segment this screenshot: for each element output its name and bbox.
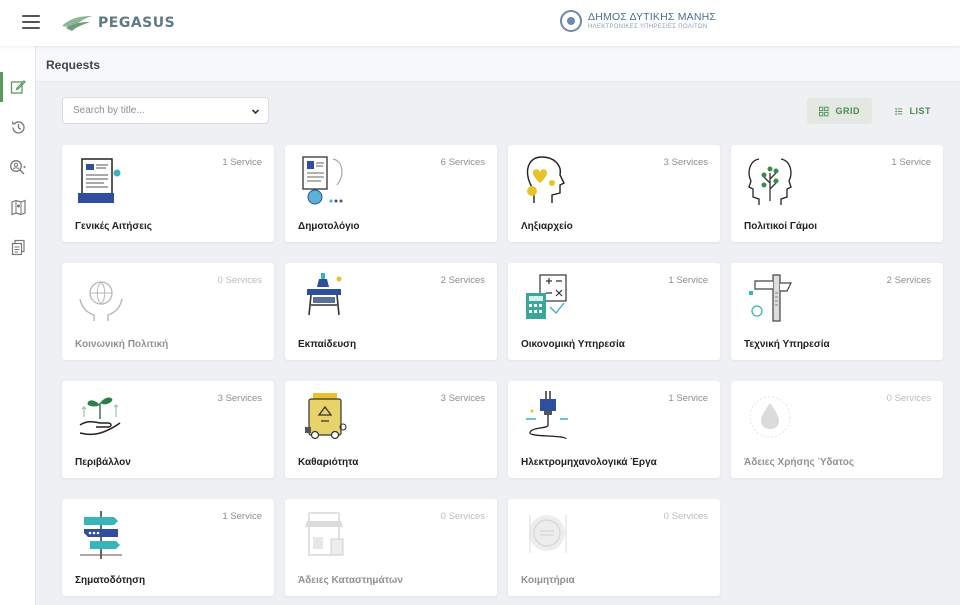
menu-icon[interactable] (22, 15, 40, 29)
grid-view-label: GRID (835, 106, 860, 116)
page-header: Requests (36, 46, 960, 82)
service-count: 3 Services (440, 393, 485, 404)
service-count: 6 Services (440, 157, 485, 168)
category-card-education[interactable]: 2 Services Εκπαίδευση (285, 263, 497, 360)
shop-icon (305, 512, 344, 556)
list-view-button[interactable]: LIST (883, 98, 943, 124)
sidebar-item-documents[interactable] (0, 228, 36, 266)
service-count: 1 Service (222, 157, 262, 168)
sidebar-item-requests[interactable] (0, 68, 36, 106)
plant-hand-icon (79, 397, 121, 436)
category-title: Γενικές Αιτήσεις (75, 221, 152, 232)
category-card-water-permits[interactable]: 0 Services Άδειες Χρήσης Ύδατος (731, 381, 943, 478)
municipality-subtitle: ΗΛΕΚΤΡΟΝΙΚΕΣ ΥΠΗΡΕΣΙΕΣ ΠΟΛΙΤΩΝ (588, 24, 708, 31)
service-count: 0 Services (440, 511, 485, 522)
service-count: 2 Services (440, 275, 485, 286)
grid-view-button[interactable]: GRID (807, 98, 872, 124)
search-input[interactable] (73, 105, 243, 116)
water-drop-icon (749, 396, 791, 438)
pegasus-wing-icon (62, 16, 92, 31)
category-card-civil-weddings[interactable]: 1 Service Πολιτικοί Γάμοι (731, 145, 943, 242)
service-count: 3 Services (217, 393, 262, 404)
registry-document-icon (302, 156, 343, 205)
category-card-shop-licenses[interactable]: 0 Services Άδειες Καταστημάτων (285, 499, 497, 596)
category-title: Καθαριότητα (298, 457, 359, 468)
category-card-social-policy[interactable]: 0 Services Κοινωνική Πολιτική (62, 263, 274, 360)
caliper-icon (749, 274, 792, 322)
chevron-down-icon[interactable] (251, 107, 260, 116)
category-title: Δημοτολόγιο (298, 221, 360, 232)
category-title: Άδειες Χρήσης Ύδατος (744, 457, 855, 468)
category-card-electromechanical-works[interactable]: 1 Service Ηλεκτρομηχανολογικά Έργα (508, 381, 720, 478)
service-count: 2 Services (886, 275, 931, 286)
cemetery-icon (529, 515, 567, 553)
sidebar-item-tracking[interactable] (0, 148, 36, 186)
category-card-environment[interactable]: 3 Services Περιβάλλον (62, 381, 274, 478)
category-title: Περιβάλλον (75, 457, 131, 468)
service-count: 0 Services (217, 275, 262, 286)
service-count: 0 Services (663, 511, 708, 522)
service-count: 1 Service (222, 511, 262, 522)
search-box[interactable] (62, 97, 269, 124)
search-user-icon (10, 159, 26, 174)
tree-heads-icon (748, 158, 792, 205)
category-title: Κοιμητήρια (521, 575, 575, 586)
sidebar (0, 46, 36, 605)
service-count: 1 Service (668, 393, 708, 404)
category-title: Τεχνική Υπηρεσία (744, 339, 830, 350)
top-bar: PEGASUS ΔΗΜΟΣ ΔΥΤΙΚΗΣ ΜΑΝΗΣ ΗΛΕΚΤΡΟΝΙΚΕΣ… (0, 0, 960, 46)
municipality-seal-icon (560, 10, 582, 32)
application-form-icon (78, 158, 121, 203)
heart-head-icon (526, 156, 565, 203)
recycle-bin-icon (305, 393, 347, 440)
category-title: Ληξιαρχείο (521, 221, 573, 232)
sidebar-item-history[interactable] (0, 108, 36, 146)
category-title: Άδειες Καταστημάτων (298, 575, 403, 586)
electric-plug-icon (526, 391, 568, 440)
signpost-icon (80, 511, 122, 559)
globe-hands-icon (79, 281, 123, 321)
service-count: 1 Service (891, 157, 931, 168)
service-count: 1 Service (668, 275, 708, 286)
municipality-branding: ΔΗΜΟΣ ΔΥΤΙΚΗΣ ΜΑΝΗΣ ΗΛΕΚΤΡΟΝΙΚΕΣ ΥΠΗΡΕΣΙ… (560, 10, 716, 32)
history-icon (11, 120, 25, 134)
school-desk-icon (307, 273, 342, 316)
service-count: 0 Services (886, 393, 931, 404)
category-title: Εκπαίδευση (298, 339, 357, 350)
grid-icon (819, 106, 829, 116)
category-title: Σηματοδότηση (75, 575, 146, 586)
sidebar-item-map[interactable] (0, 188, 36, 226)
calculator-icon (526, 274, 567, 319)
edit-icon (10, 80, 26, 94)
category-card-technical-service[interactable]: 2 Services Τεχνική Υπηρεσία (731, 263, 943, 360)
category-title: Οικονομική Υπηρεσία (521, 339, 625, 350)
map-icon (10, 199, 26, 215)
municipality-name: ΔΗΜΟΣ ΔΥΤΙΚΗΣ ΜΑΝΗΣ (588, 10, 717, 23)
brand-name: PEGASUS (98, 15, 176, 31)
category-card-cemeteries[interactable]: 0 Services Κοιμητήρια (508, 499, 720, 596)
category-card-civil-registry[interactable]: 6 Services Δημοτολόγιο (285, 145, 497, 242)
category-card-registry-office[interactable]: 3 Services Ληξιαρχείο (508, 145, 720, 242)
service-count: 3 Services (663, 157, 708, 168)
category-title: Ηλεκτρομηχανολογικά Έργα (521, 457, 657, 468)
category-card-financial-service[interactable]: 1 Service Οικονομική Υπηρεσία (508, 263, 720, 360)
page-title: Requests (46, 58, 101, 72)
list-icon (895, 107, 903, 115)
category-card-cleaning[interactable]: 3 Services Καθαριότητα (285, 381, 497, 478)
category-card-signage[interactable]: 1 Service Σηματοδότηση (62, 499, 274, 596)
category-title: Πολιτικοί Γάμοι (744, 221, 817, 232)
list-view-label: LIST (909, 106, 931, 116)
pegasus-logo[interactable]: PEGASUS (60, 12, 175, 34)
category-card-general-requests[interactable]: 1 Service Γενικές Αιτήσεις (62, 145, 274, 242)
documents-icon (11, 239, 25, 255)
category-title: Κοινωνική Πολιτική (75, 339, 169, 350)
